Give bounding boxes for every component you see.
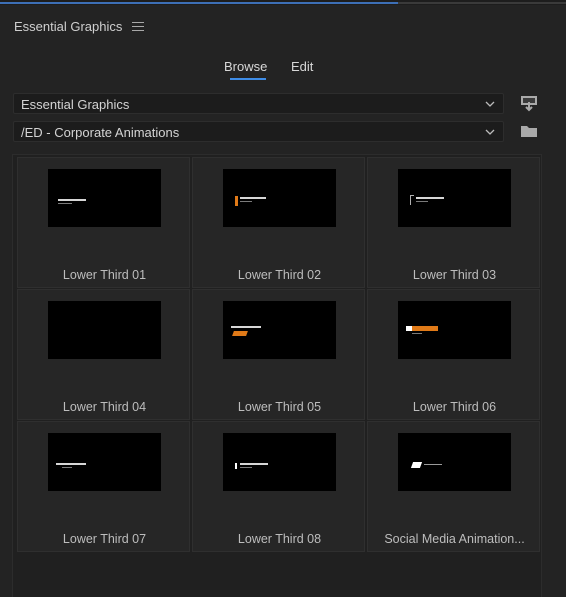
folder-dropdown-value: /ED - Corporate Animations — [21, 125, 180, 140]
template-tile-lower-third-05[interactable]: Lower Third 05 — [192, 289, 365, 420]
template-thumbnail — [48, 301, 161, 359]
template-label: Lower Third 07 — [62, 532, 147, 546]
library-dropdown-value: Essential Graphics — [21, 97, 130, 112]
template-thumbnail — [398, 301, 511, 359]
panel-title: Essential Graphics — [14, 18, 123, 34]
folder-icon[interactable] — [519, 122, 539, 140]
template-thumbnail — [223, 301, 336, 359]
template-tile-lower-third-01[interactable]: Lower Third 01 — [17, 157, 190, 288]
template-label: Lower Third 08 — [237, 532, 322, 546]
template-tile-social-media-animation[interactable]: Social Media Animation... — [367, 421, 540, 552]
active-panel-indicator — [0, 2, 398, 4]
template-thumbnail — [223, 433, 336, 491]
template-label: Social Media Animation... — [384, 532, 525, 546]
template-tile-lower-third-07[interactable]: Lower Third 07 — [17, 421, 190, 552]
template-tile-lower-third-06[interactable]: Lower Third 06 — [367, 289, 540, 420]
install-template-icon[interactable] — [519, 94, 539, 112]
tab-browse[interactable]: Browse — [224, 59, 267, 74]
panel-top-accent — [0, 0, 566, 5]
folder-dropdown[interactable]: /ED - Corporate Animations — [13, 121, 504, 142]
chevron-down-icon — [485, 101, 495, 107]
panel-header: Essential Graphics — [14, 16, 145, 36]
template-label: Lower Third 04 — [62, 400, 147, 414]
template-thumbnail — [48, 433, 161, 491]
template-label: Lower Third 02 — [237, 268, 322, 282]
template-label: Lower Third 05 — [237, 400, 322, 414]
library-dropdown[interactable]: Essential Graphics — [13, 93, 504, 114]
tab-edit[interactable]: Edit — [291, 59, 313, 74]
tab-bar: Browse Edit — [0, 57, 566, 81]
template-tile-lower-third-08[interactable]: Lower Third 08 — [192, 421, 365, 552]
template-thumbnail — [398, 433, 511, 491]
template-thumbnail — [398, 169, 511, 227]
chevron-down-icon — [485, 129, 495, 135]
template-tile-lower-third-04[interactable]: Lower Third 04 — [17, 289, 190, 420]
template-label: Lower Third 03 — [412, 268, 497, 282]
template-tile-lower-third-02[interactable]: Lower Third 02 — [192, 157, 365, 288]
template-label: Lower Third 01 — [62, 268, 147, 282]
template-thumbnail — [223, 169, 336, 227]
template-tile-lower-third-03[interactable]: Lower Third 03 — [367, 157, 540, 288]
active-tab-underline — [230, 78, 266, 80]
template-thumbnail — [48, 169, 161, 227]
template-grid: Lower Third 01 Lower Third 02 Lower Thir… — [12, 154, 542, 597]
menu-icon[interactable] — [132, 21, 145, 31]
template-label: Lower Third 06 — [412, 400, 497, 414]
